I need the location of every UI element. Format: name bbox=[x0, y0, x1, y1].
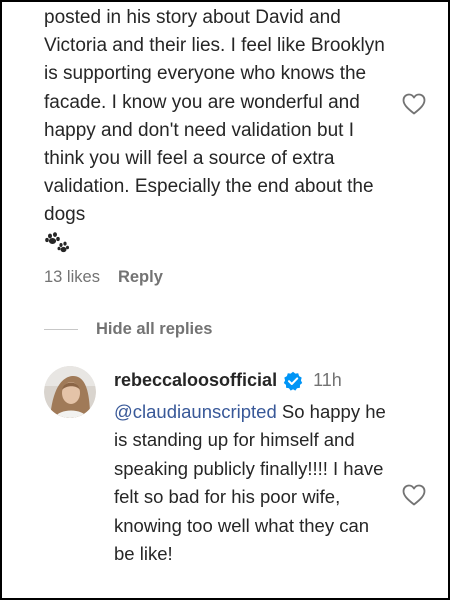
heart-outline-icon[interactable] bbox=[402, 484, 426, 506]
comment-text: posted in his story about David and Vict… bbox=[44, 7, 385, 226]
hide-replies-button[interactable]: Hide all replies bbox=[96, 320, 212, 339]
replies-toggle[interactable]: Hide all replies bbox=[44, 320, 212, 339]
reply-username[interactable]: rebeccaloosofficial bbox=[114, 370, 277, 391]
comment-meta: 13 likes Reply bbox=[44, 268, 163, 287]
comments-panel: posted in his story about David and Vict… bbox=[0, 0, 450, 600]
paw-prints-icon bbox=[45, 232, 69, 253]
mention-link[interactable]: @claudiaunscripted bbox=[114, 401, 277, 422]
divider-line bbox=[44, 329, 78, 330]
heart-outline-icon[interactable] bbox=[402, 93, 426, 115]
avatar[interactable] bbox=[44, 366, 96, 418]
verified-badge-icon bbox=[283, 371, 303, 391]
reply-body: So happy he is standing up for himself a… bbox=[114, 401, 386, 565]
reply-time: 11h bbox=[313, 370, 342, 390]
reply-button[interactable]: Reply bbox=[118, 268, 163, 287]
reply-text: @claudiaunscripted So happy he is standi… bbox=[114, 398, 394, 568]
reply-header: rebeccaloosofficial 11h bbox=[114, 370, 342, 391]
likes-count[interactable]: 13 likes bbox=[44, 268, 100, 287]
